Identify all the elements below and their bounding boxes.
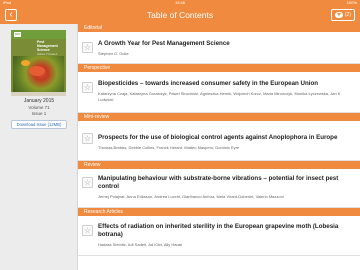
article-row[interactable]: ☆ Biopesticides – towards increased cons… bbox=[78, 72, 360, 113]
downloads-button[interactable]: (2) bbox=[330, 9, 355, 21]
star-icon[interactable]: ☆ bbox=[82, 225, 93, 236]
article-authors: Stephen O. Duke bbox=[98, 51, 129, 56]
article-authors: Thomas Brabbs, Debbie Collins, Franck Hé… bbox=[98, 145, 240, 150]
section-header-review: Review bbox=[78, 161, 360, 169]
download-issue-button[interactable]: Download Issue (12MB) bbox=[11, 120, 67, 129]
section-header-research-articles: Research Articles bbox=[78, 208, 360, 216]
article-authors: Katarzyna Czaja, Katarzyna Goralczyk, Pa… bbox=[98, 91, 341, 102]
article-row[interactable]: ☆ Prospects for the use of biological co… bbox=[78, 121, 360, 161]
article-authors: Jernej Polajnar, Anna Eriksson, Andrea L… bbox=[98, 194, 284, 199]
issue-date: January 2015 bbox=[23, 98, 55, 104]
cover-footer bbox=[11, 92, 66, 96]
downloads-count: (2) bbox=[344, 12, 351, 18]
article-authors: Hadass Steinitz, Adi Sadeh, Ad Klixt, Al… bbox=[98, 242, 183, 247]
article-title[interactable]: Effects of radiation on inherited steril… bbox=[98, 223, 356, 239]
issue-number: Issue 1 bbox=[31, 111, 47, 116]
cloud-download-icon bbox=[334, 12, 343, 18]
article-row[interactable]: ☆ A Growth Year for Pest Management Scie… bbox=[78, 32, 360, 64]
article-title[interactable]: Biopesticides – towards increased consum… bbox=[98, 80, 356, 88]
table-of-contents: Editorial ☆ A Growth Year for Pest Manag… bbox=[78, 24, 360, 270]
article-row[interactable]: ☆ Effects of radiation on inherited ster… bbox=[78, 216, 360, 256]
issue-volume: Volume 71 bbox=[28, 105, 50, 110]
article-title[interactable]: Manipulating behaviour with substrate-bo… bbox=[98, 175, 356, 191]
issue-cover-image[interactable]: SCI Pest Management Science Volume 71 Is… bbox=[11, 30, 66, 96]
star-icon[interactable]: ☆ bbox=[82, 177, 93, 188]
nav-bar: ‹ Table of Contents (2) bbox=[0, 6, 360, 24]
star-icon[interactable]: ☆ bbox=[82, 133, 93, 144]
section-header-editorial: Editorial bbox=[78, 24, 360, 32]
back-button[interactable]: ‹ bbox=[5, 9, 17, 21]
publisher-logo: SCI bbox=[14, 32, 21, 37]
cover-insect bbox=[29, 66, 45, 76]
article-title[interactable]: Prospects for the use of biological cont… bbox=[98, 134, 356, 142]
chevron-left-icon: ‹ bbox=[9, 9, 13, 20]
section-header-perspective: Perspective bbox=[78, 64, 360, 72]
cover-journal-title: Pest Management Science bbox=[37, 40, 58, 52]
article-title[interactable]: A Growth Year for Pest Management Scienc… bbox=[98, 40, 356, 48]
page-title: Table of Contents bbox=[146, 10, 214, 20]
section-header-mini-review: Mini-review bbox=[78, 113, 360, 121]
star-icon[interactable]: ☆ bbox=[82, 42, 93, 53]
issue-sidebar: SCI Pest Management Science Volume 71 Is… bbox=[0, 24, 78, 270]
article-row[interactable]: ☆ Manipulating behaviour with substrate-… bbox=[78, 169, 360, 208]
cover-insect-small bbox=[21, 60, 30, 66]
star-icon[interactable]: ☆ bbox=[82, 82, 93, 93]
